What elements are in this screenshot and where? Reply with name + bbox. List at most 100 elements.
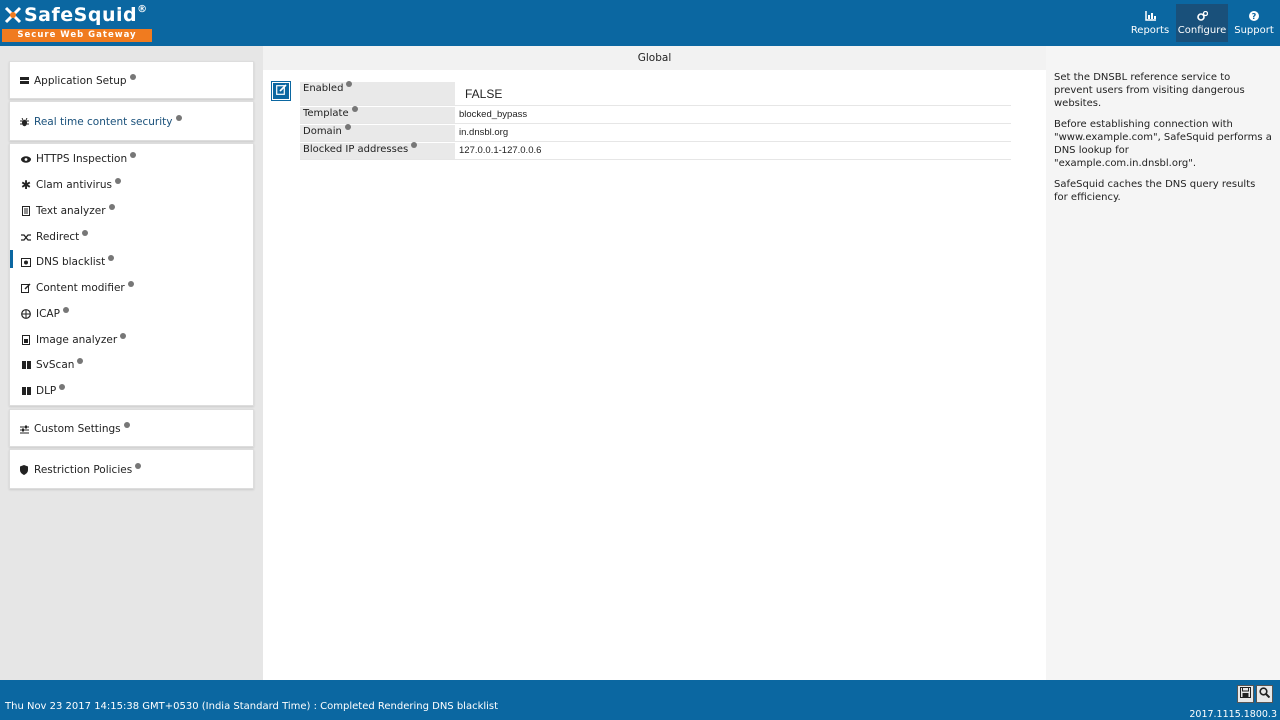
edit-icon	[21, 283, 31, 293]
safesquid-logo[interactable]: SafeSquid® Secure Web Gateway	[2, 2, 152, 44]
sidebar-item-label: DNS blacklist	[36, 256, 106, 268]
server-icon	[19, 76, 29, 86]
info-icon[interactable]	[344, 124, 351, 130]
nav-support-label: Support	[1234, 25, 1274, 36]
shuffle-icon	[21, 232, 31, 242]
save-button[interactable]	[1237, 685, 1254, 703]
main-panel: Global Enabled FALSE Template blocked_by…	[263, 46, 1046, 680]
svg-text:?: ?	[1252, 12, 1257, 21]
sidebar-item-redirect[interactable]: Redirect	[10, 230, 89, 243]
table-row[interactable]: Blocked IP addresses 127.0.0.1-127.0.0.6	[300, 142, 1011, 160]
info-icon[interactable]	[114, 178, 121, 184]
info-icon[interactable]	[129, 74, 136, 80]
sidebar-item-label: SvScan	[36, 359, 75, 371]
info-icon[interactable]	[175, 115, 182, 121]
shield-icon	[19, 465, 29, 475]
asterisk-icon: ✱	[20, 178, 32, 192]
info-icon[interactable]	[130, 152, 137, 158]
field-value-template: blocked_bypass	[459, 109, 528, 120]
top-nav: Reports Configure ? Support	[1124, 4, 1280, 42]
sidebar-item-https-inspection[interactable]: HTTPS Inspection	[10, 152, 137, 165]
sidebar-item-text-analyzer[interactable]: Text analyzer	[10, 204, 115, 217]
sidebar-item-label: Real time content security	[34, 116, 173, 128]
gears-icon	[1196, 10, 1208, 22]
sliders-icon	[19, 424, 29, 434]
edit-icon	[275, 84, 287, 98]
help-icon: ?	[1248, 10, 1260, 22]
top-bar: SafeSquid® Secure Web Gateway Reports Co…	[0, 0, 1280, 46]
chart-icon	[1144, 10, 1156, 22]
table-row[interactable]: Template blocked_bypass	[300, 106, 1011, 124]
info-icon[interactable]	[108, 204, 115, 210]
sidebar-item-image-analyzer[interactable]: Image analyzer	[10, 333, 127, 346]
sidebar-card-subitems: HTTPS Inspection ✱ Clam antivirus Text a…	[9, 143, 254, 406]
sidebar-item-icap[interactable]: ICAP	[10, 307, 69, 320]
sidebar-item-label: Content modifier	[36, 282, 125, 294]
info-icon[interactable]	[77, 358, 84, 364]
sidebar-item-content-modifier[interactable]: Content modifier	[10, 281, 134, 294]
info-icon[interactable]	[346, 81, 353, 87]
columns-icon	[21, 386, 31, 396]
sidebar-item-label: ICAP	[36, 308, 60, 320]
sidebar-item-label: Application Setup	[34, 75, 127, 87]
info-icon[interactable]	[135, 463, 142, 469]
sidebar-card-application-setup: Application Setup	[9, 61, 254, 99]
info-icon[interactable]	[123, 422, 130, 428]
bug-icon	[19, 117, 29, 127]
save-icon	[1240, 687, 1251, 701]
info-icon[interactable]	[82, 230, 89, 236]
help-paragraph: Set the DNSBL reference service to preve…	[1054, 72, 1245, 109]
squid-tools-icon	[2, 4, 24, 26]
sidebar-item-application-setup[interactable]: Application Setup	[10, 74, 136, 87]
dns-icon	[21, 257, 31, 267]
search-icon	[1259, 687, 1271, 701]
field-label: Blocked IP addresses	[300, 142, 455, 159]
section-title: Global	[263, 46, 1046, 70]
nav-configure[interactable]: Configure	[1176, 4, 1228, 42]
brand-name: SafeSquid®	[24, 4, 148, 26]
table-row[interactable]: Enabled FALSE	[300, 81, 1011, 106]
nav-support[interactable]: ? Support	[1228, 4, 1280, 42]
eye-icon	[21, 154, 31, 164]
sidebar: Application Setup Real time content secu…	[0, 46, 263, 680]
version-text: 2017.1115.1800.3	[1189, 709, 1277, 720]
brand-tagline: Secure Web Gateway	[2, 29, 152, 42]
status-bar: Thu Nov 23 2017 14:15:38 GMT+0530 (India…	[0, 680, 1280, 720]
sidebar-item-label: DLP	[36, 385, 57, 397]
help-paragraph: SafeSquid caches the DNS query results f…	[1054, 179, 1256, 203]
sidebar-card-custom-settings: Custom Settings	[9, 409, 254, 447]
info-icon[interactable]	[351, 106, 358, 112]
info-icon[interactable]	[127, 281, 134, 287]
sidebar-item-real-time-content-security[interactable]: Real time content security	[10, 115, 182, 128]
sidebar-item-svscan[interactable]: SvScan	[10, 358, 84, 371]
sidebar-item-label: HTTPS Inspection	[36, 153, 128, 165]
nav-configure-label: Configure	[1177, 25, 1227, 36]
search-button[interactable]	[1256, 685, 1273, 703]
help-panel: Set the DNSBL reference service to preve…	[1046, 46, 1280, 680]
info-icon[interactable]	[59, 384, 66, 390]
sidebar-item-label: Restriction Policies	[34, 464, 133, 476]
sidebar-item-dns-blacklist[interactable]: DNS blacklist	[10, 255, 115, 268]
sidebar-item-label: Redirect	[36, 231, 80, 243]
columns-icon	[21, 360, 31, 370]
sidebar-item-custom-settings[interactable]: Custom Settings	[10, 422, 130, 435]
info-icon[interactable]	[62, 307, 69, 313]
nav-reports-label: Reports	[1130, 25, 1170, 36]
nav-reports[interactable]: Reports	[1124, 4, 1176, 42]
sidebar-card-real-time: Real time content security	[9, 101, 254, 141]
table-row[interactable]: Domain in.dnsbl.org	[300, 124, 1011, 142]
sidebar-item-dlp[interactable]: DLP	[10, 384, 66, 397]
edit-button[interactable]	[272, 82, 290, 100]
sidebar-item-clam-antivirus[interactable]: ✱ Clam antivirus	[10, 178, 121, 192]
sidebar-item-label: Custom Settings	[34, 423, 121, 435]
globe-icon	[21, 309, 31, 319]
help-paragraph: Before establishing connection with "www…	[1054, 119, 1272, 169]
info-icon[interactable]	[108, 255, 115, 261]
field-label: Domain	[300, 124, 455, 141]
sidebar-item-restriction-policies[interactable]: Restriction Policies	[10, 463, 142, 476]
sidebar-item-label: Image analyzer	[36, 334, 118, 346]
info-icon[interactable]	[411, 142, 418, 148]
info-icon[interactable]	[120, 333, 127, 339]
field-value-enabled: FALSE	[465, 87, 503, 101]
sidebar-item-label: Clam antivirus	[36, 179, 112, 191]
